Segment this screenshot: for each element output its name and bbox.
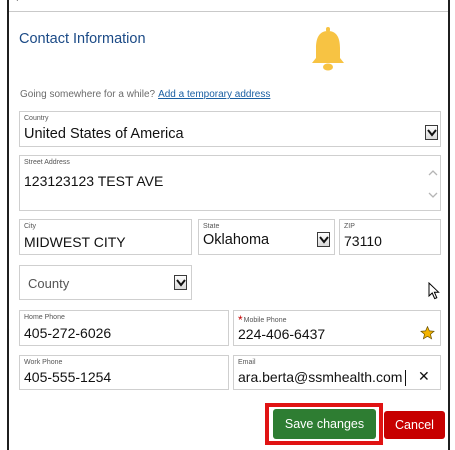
- top-divider: [9, 11, 448, 12]
- street-address-field[interactable]: Street Address 123123123 TEST AVE: [19, 155, 441, 211]
- email-field[interactable]: Email ara.berta@ssmhealth.com ✕: [233, 355, 441, 390]
- country-select[interactable]: Country United States of America: [19, 111, 441, 147]
- bell-icon[interactable]: [310, 26, 346, 72]
- add-temporary-address-link[interactable]: Add a temporary address: [158, 89, 270, 100]
- mobile-phone-value: 224-406-6437: [238, 326, 326, 342]
- zip-field[interactable]: ZIP 73110: [339, 219, 441, 255]
- required-asterisk: *: [238, 313, 243, 327]
- county-select[interactable]: County: [19, 265, 192, 300]
- work-phone-field[interactable]: Work Phone 405-555-1254: [19, 355, 229, 390]
- scroll-up-icon[interactable]: [428, 169, 438, 177]
- country-label: Country: [24, 115, 49, 122]
- email-value: ara.berta@ssmhealth.com: [238, 369, 403, 385]
- chevron-down-icon[interactable]: [425, 125, 438, 140]
- save-changes-button[interactable]: Save changes: [273, 409, 376, 439]
- email-label: Email: [238, 359, 256, 366]
- chevron-down-icon[interactable]: [174, 275, 187, 290]
- star-icon[interactable]: [420, 326, 435, 340]
- state-select[interactable]: State Oklahoma: [198, 219, 335, 255]
- street-label: Street Address: [24, 159, 70, 166]
- city-value: MIDWEST CITY: [24, 234, 126, 250]
- text-caret: [405, 370, 406, 386]
- home-phone-value: 405-272-6026: [24, 325, 112, 341]
- mobile-phone-label-row: *Mobile Phone: [238, 311, 287, 327]
- street-value: 123123123 TEST AVE: [24, 173, 164, 189]
- cancel-button[interactable]: Cancel: [384, 411, 445, 439]
- work-phone-label: Work Phone: [24, 359, 63, 366]
- scroll-down-icon[interactable]: [428, 191, 438, 199]
- state-label: State: [203, 223, 220, 230]
- county-placeholder: County: [28, 276, 70, 291]
- city-label: City: [24, 223, 37, 230]
- page-title: Contact Information: [19, 31, 146, 47]
- zip-value: 73110: [344, 233, 382, 249]
- chevron-down-icon[interactable]: [317, 232, 330, 247]
- temporary-address-prompt: Going somewhere for a while? Add a tempor…: [20, 89, 270, 100]
- prompt-text: Going somewhere for a while?: [20, 89, 156, 100]
- clear-icon[interactable]: ✕: [418, 369, 430, 385]
- work-phone-value: 405-555-1254: [24, 369, 112, 385]
- mobile-phone-field[interactable]: *Mobile Phone 224-406-6437: [233, 310, 441, 346]
- mobile-phone-label: Mobile Phone: [243, 317, 287, 324]
- zip-label: ZIP: [344, 223, 355, 230]
- home-phone-label: Home Phone: [24, 314, 65, 321]
- mouse-cursor-icon: [428, 282, 440, 300]
- home-phone-field[interactable]: Home Phone 405-272-6026: [19, 310, 229, 346]
- state-value: Oklahoma: [203, 232, 270, 248]
- clipped-heading: Y: [14, 0, 21, 4]
- city-field[interactable]: City MIDWEST CITY: [19, 219, 192, 255]
- country-value: United States of America: [24, 126, 184, 142]
